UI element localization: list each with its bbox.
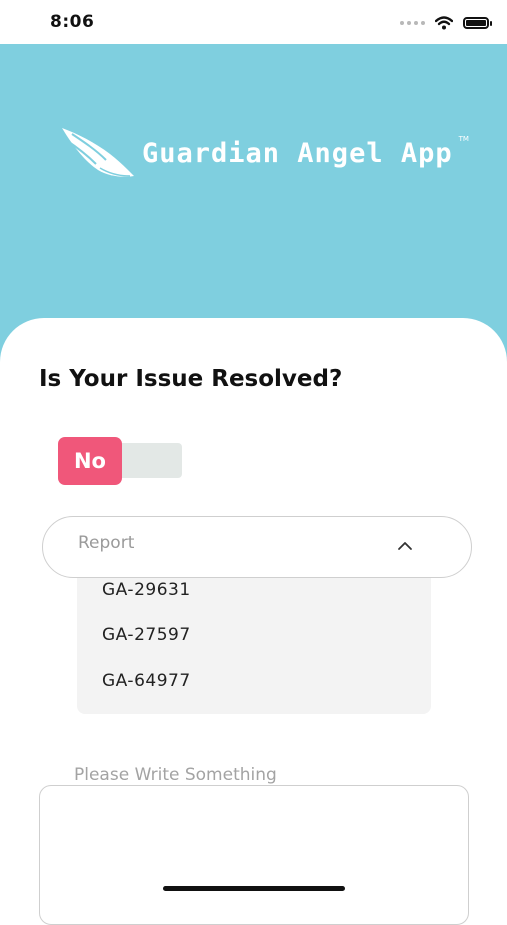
- status-icons: [400, 14, 492, 32]
- status-time: 8:06: [50, 12, 95, 32]
- dropdown-option[interactable]: GA-29631: [102, 580, 191, 600]
- angel-wing-icon: [62, 128, 134, 177]
- report-dropdown-list: GA-29631 GA-27597 GA-64977: [77, 560, 431, 714]
- status-bar: 8:06: [0, 0, 507, 44]
- app-name: Guardian Angel App: [142, 137, 453, 169]
- page-question: Is Your Issue Resolved?: [39, 366, 343, 392]
- toggle-knob: No: [58, 437, 122, 485]
- chevron-up-icon: [398, 542, 412, 550]
- message-textarea-label: Please Write Something: [66, 765, 285, 785]
- dropdown-option[interactable]: GA-27597: [102, 625, 191, 645]
- battery-icon: [463, 17, 492, 29]
- report-select[interactable]: Report: [42, 516, 472, 578]
- dropdown-option[interactable]: GA-64977: [102, 671, 191, 691]
- cellular-signal-icon: [400, 21, 425, 25]
- report-select-label: Report: [78, 533, 135, 553]
- message-textarea[interactable]: [39, 785, 469, 925]
- wifi-icon: [435, 16, 453, 30]
- trademark-mark: TM: [458, 135, 469, 143]
- app-logo: Guardian Angel App TM: [60, 124, 469, 182]
- resolved-toggle[interactable]: No: [58, 437, 184, 485]
- home-indicator: [163, 886, 345, 891]
